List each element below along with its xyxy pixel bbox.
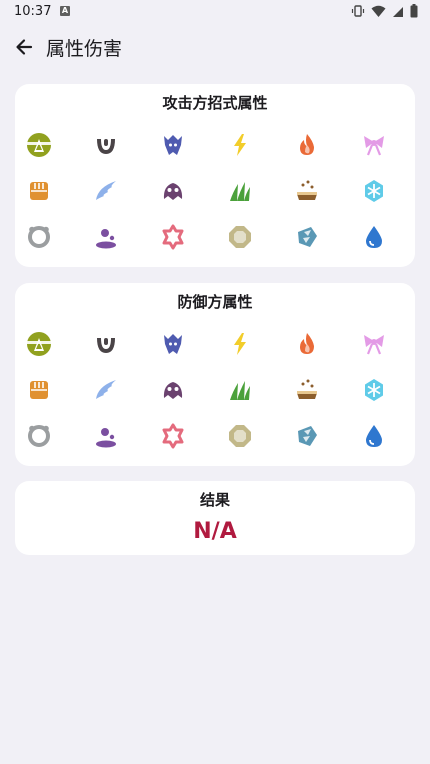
defender-type-fighting-button[interactable] [25, 376, 53, 404]
defender-type-normal-button[interactable] [25, 422, 53, 450]
fighting-icon [30, 182, 48, 200]
attacker-type-water-button[interactable] [360, 223, 388, 251]
bug-icon [27, 133, 51, 157]
normal-icon [28, 226, 50, 248]
fire-icon [300, 134, 314, 155]
attacker-type-fire-button[interactable] [293, 131, 321, 159]
attacker-type-ice-button[interactable] [360, 177, 388, 205]
fairy-icon [364, 335, 384, 355]
rock-icon [229, 226, 251, 248]
electric-icon [234, 134, 246, 156]
grass-icon [230, 182, 250, 201]
attacker-type-card: 攻击方招式属性 [15, 84, 415, 267]
status-time: 10:37 [14, 4, 52, 19]
psychic-icon [162, 423, 184, 449]
ghost-icon [163, 382, 183, 399]
defender-type-psychic-button[interactable] [159, 422, 187, 450]
result-card: 结果 N/A [15, 481, 415, 555]
defender-type-fire-button[interactable] [293, 330, 321, 358]
steel-icon [298, 227, 317, 247]
attacker-type-grass-button[interactable] [226, 177, 254, 205]
defender-type-water-button[interactable] [360, 422, 388, 450]
bug-icon [27, 332, 51, 356]
status-icons [351, 4, 418, 18]
attacker-card-title: 攻击方招式属性 [162, 94, 268, 112]
defender-type-card: 防御方属性 [15, 283, 415, 466]
defender-card-title: 防御方属性 [177, 293, 253, 311]
notification-a-icon: A [60, 6, 70, 16]
attacker-type-bug-button[interactable] [25, 131, 53, 159]
defender-type-ghost-button[interactable] [159, 376, 187, 404]
fighting-icon [30, 381, 48, 399]
flying-icon [96, 181, 116, 200]
psychic-icon [162, 224, 184, 250]
flying-icon [96, 380, 116, 399]
attacker-type-dragon-button[interactable] [159, 131, 187, 159]
app-bar: 属性伤害 [0, 24, 430, 70]
attacker-type-fairy-button[interactable] [360, 131, 388, 159]
water-icon [366, 425, 382, 447]
ground-icon [297, 379, 317, 399]
battery-icon [410, 4, 418, 18]
arrow-left-icon [16, 39, 33, 55]
defender-type-steel-button[interactable] [293, 422, 321, 450]
defender-type-grass-button[interactable] [226, 376, 254, 404]
defender-type-dragon-button[interactable] [159, 330, 187, 358]
fire-icon [300, 333, 314, 354]
attacker-type-steel-button[interactable] [293, 223, 321, 251]
attacker-type-normal-button[interactable] [25, 223, 53, 251]
poison-icon [96, 229, 116, 249]
defender-type-electric-button[interactable] [226, 330, 254, 358]
defender-type-ground-button[interactable] [293, 376, 321, 404]
result-card-title: 结果 [199, 491, 230, 509]
dark-icon [97, 338, 115, 353]
defender-type-ice-button[interactable] [360, 376, 388, 404]
fairy-icon [364, 136, 384, 156]
defender-type-poison-button[interactable] [92, 422, 120, 450]
water-icon [366, 226, 382, 248]
attacker-type-electric-button[interactable] [226, 131, 254, 159]
vibrate-icon [351, 5, 365, 17]
rock-icon [229, 425, 251, 447]
defender-type-flying-button[interactable] [92, 376, 120, 404]
dark-icon [97, 139, 115, 154]
ice-icon [365, 379, 383, 401]
ghost-icon [163, 183, 183, 200]
attacker-type-flying-button[interactable] [92, 177, 120, 205]
dragon-icon [164, 135, 182, 155]
status-bar: 10:37 A [0, 0, 430, 24]
attacker-type-psychic-button[interactable] [159, 223, 187, 251]
attacker-type-rock-button[interactable] [226, 223, 254, 251]
defender-type-bug-button[interactable] [25, 330, 53, 358]
attacker-type-ground-button[interactable] [293, 177, 321, 205]
page-title: 属性伤害 [46, 38, 123, 60]
grass-icon [230, 381, 250, 400]
attacker-type-poison-button[interactable] [92, 223, 120, 251]
normal-icon [28, 425, 50, 447]
ice-icon [365, 180, 383, 202]
defender-type-rock-button[interactable] [226, 422, 254, 450]
dragon-icon [164, 334, 182, 354]
electric-icon [234, 333, 246, 355]
poison-icon [96, 428, 116, 448]
ground-icon [297, 180, 317, 200]
attacker-type-ghost-button[interactable] [159, 177, 187, 205]
steel-icon [298, 426, 317, 446]
defender-type-fairy-button[interactable] [360, 330, 388, 358]
signal-icon [393, 6, 403, 17]
back-button[interactable] [10, 33, 38, 61]
result-value: N/A [193, 519, 237, 544]
wifi-icon [371, 5, 386, 17]
attacker-type-fighting-button[interactable] [25, 177, 53, 205]
attacker-type-dark-button[interactable] [92, 131, 120, 159]
defender-type-dark-button[interactable] [92, 330, 120, 358]
